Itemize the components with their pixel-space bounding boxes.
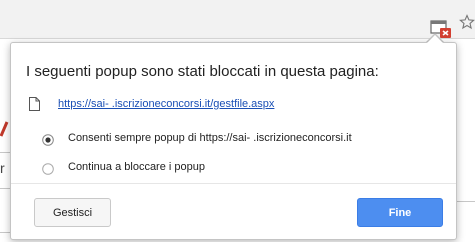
blocked-popup-link[interactable]: https://sai- .iscrizioneconcorsi.it/gest… bbox=[58, 98, 274, 110]
radio-allow-always[interactable] bbox=[42, 133, 54, 146]
page-fragment-text: r bbox=[0, 160, 5, 176]
bubble-title: I seguenti popup sono stati bloccati in … bbox=[26, 63, 379, 80]
bubble-separator bbox=[11, 183, 456, 184]
file-icon bbox=[29, 97, 40, 111]
done-button[interactable]: Fine bbox=[357, 198, 443, 227]
option-allow-always-label[interactable]: Consenti sempre popup di https://sai- .i… bbox=[68, 132, 352, 144]
star-icon[interactable] bbox=[459, 14, 475, 30]
page-fragment-red bbox=[0, 118, 10, 140]
page-divider bbox=[457, 201, 475, 202]
browser-toolbar bbox=[0, 0, 475, 39]
option-keep-blocking-label[interactable]: Continua a bloccare i popup bbox=[68, 161, 205, 173]
bubble-arrow-fill bbox=[427, 35, 443, 43]
popup-blocked-bubble: I seguenti popup sono stati bloccati in … bbox=[10, 42, 457, 240]
radio-keep-blocking[interactable] bbox=[42, 162, 54, 175]
manage-button[interactable]: Gestisci bbox=[34, 198, 111, 227]
